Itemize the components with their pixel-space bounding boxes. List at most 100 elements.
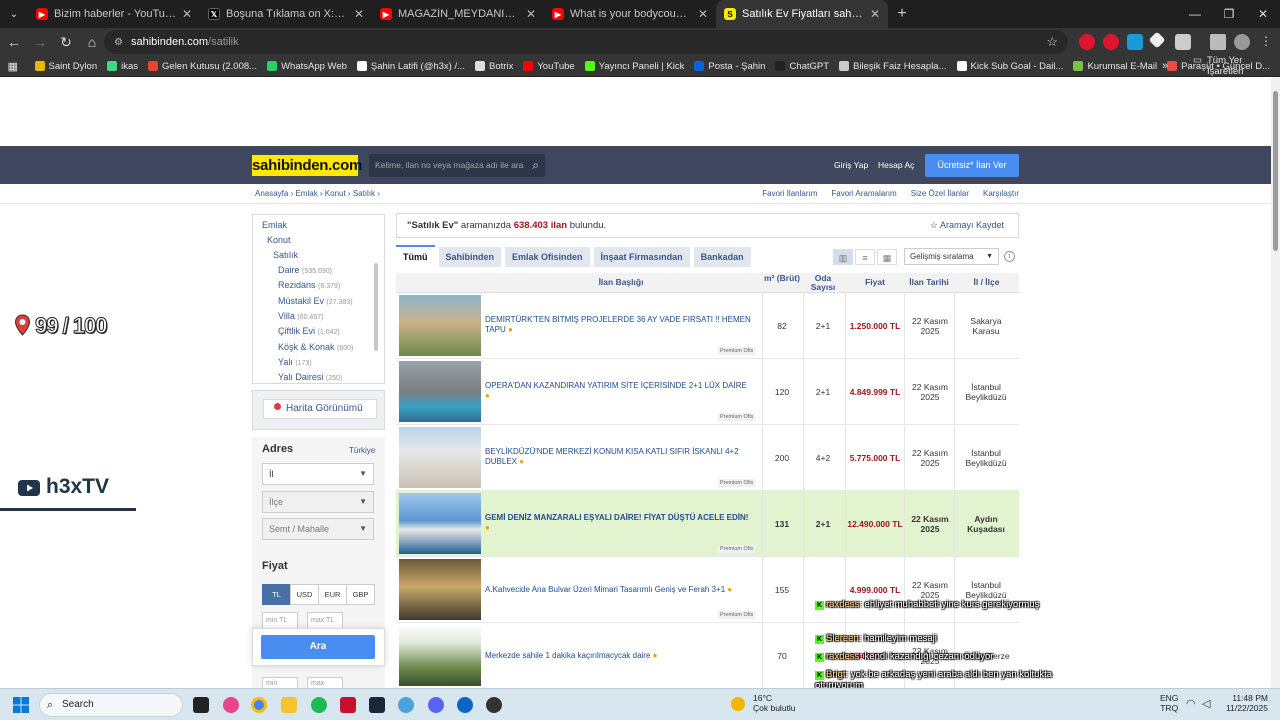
more-bookmarks-chevron-icon[interactable]: » (1162, 60, 1168, 72)
category-item[interactable]: Müstakil Ev (27.383) (278, 296, 353, 306)
listing-thumbnail[interactable] (399, 559, 481, 620)
province-select[interactable]: İl ▼ (262, 463, 374, 485)
bookmark-item[interactable]: ChatGPT (775, 61, 829, 72)
bookmark-item[interactable]: Posta - Şahin (694, 61, 765, 72)
currency-eur-button[interactable]: EUR (318, 584, 347, 605)
app-icon[interactable] (486, 697, 502, 713)
map-view-button[interactable]: Harita Görünümü (263, 399, 377, 419)
currency-gbp-button[interactable]: GBP (346, 584, 375, 605)
bookmark-item[interactable]: Kurumsal E-Mail (1073, 61, 1157, 72)
copilot-icon[interactable] (223, 697, 239, 713)
listing-title[interactable]: OPERA'DAN KAZANDIRAN YATIRIM SİTE İÇERİS… (485, 381, 751, 401)
site-info-icon[interactable]: ⚙ (114, 37, 123, 48)
category-item[interactable]: Yalı (173) (278, 357, 312, 367)
category-item[interactable]: Köşk & Konak (600) (278, 342, 353, 352)
extensions-puzzle-icon[interactable] (1175, 34, 1191, 50)
profile-avatar[interactable] (1234, 34, 1250, 50)
listing-row[interactable]: DEMİRTÜRK'TEN BİTMİŞ PROJELERDE 36 AY VA… (396, 293, 1019, 359)
listing-thumbnail[interactable] (399, 625, 481, 686)
browser-tab[interactable]: 𝕏 Boşuna Tıklama on X: "İstanbul ✕ (200, 0, 372, 28)
post-ad-button[interactable]: Ücretsiz* İlan Ver (925, 154, 1019, 177)
close-icon[interactable]: ✕ (698, 7, 708, 21)
browser-tab[interactable]: ▶ Bizim haberler - YouTube ✕ (28, 0, 200, 28)
bookmark-item[interactable]: Gelen Kutusu (2.008... (148, 61, 257, 72)
listing-thumbnail[interactable] (399, 427, 481, 488)
col-date[interactable]: İlan Tarihi (904, 278, 954, 287)
bookmark-item[interactable]: Şahin Latifi (@h3x) /... (356, 61, 465, 72)
special-listings-link[interactable]: Size Özel İlanlar (911, 189, 969, 198)
close-icon[interactable]: ✕ (354, 7, 364, 21)
maximize-icon[interactable]: ❐ (1212, 0, 1246, 28)
listing-row[interactable]: OPERA'DAN KAZANDIRAN YATIRIM SİTE İÇERİS… (396, 359, 1019, 425)
district-select[interactable]: İlçe ▼ (262, 491, 374, 513)
bookmark-item[interactable]: Yayıncı Paneli | Kick (584, 61, 684, 72)
save-search-button[interactable]: ☆ Aramayı Kaydet (930, 214, 1004, 237)
volume-icon[interactable]: ◁ (1202, 697, 1210, 710)
bookmark-item[interactable]: WhatsApp Web (267, 61, 347, 72)
task-view-icon[interactable] (193, 697, 209, 713)
chrome-icon[interactable] (251, 697, 267, 713)
compare-link[interactable]: Karşılaştır (983, 189, 1019, 198)
category-item[interactable]: Villa (60.467) (278, 311, 323, 321)
listing-thumbnail[interactable] (399, 295, 481, 356)
minimize-icon[interactable]: — (1178, 0, 1212, 28)
tab-owner[interactable]: Sahibinden (438, 247, 502, 267)
wifi-icon[interactable]: ◠ (1186, 697, 1196, 710)
extension-icon[interactable] (1127, 34, 1143, 50)
taskbar-search[interactable]: ⌕ Search (39, 693, 183, 717)
min-input[interactable]: min (262, 677, 298, 688)
home-icon[interactable]: ⌂ (80, 34, 104, 50)
close-icon[interactable]: ✕ (182, 7, 192, 21)
category-item[interactable]: Çiftlik Evi (1.042) (278, 326, 340, 336)
category-item[interactable]: Rezidans (6.379) (278, 280, 340, 290)
favorite-searches-link[interactable]: Favori Aramalarım (831, 189, 896, 198)
more-menu-icon[interactable]: ⋮ (1260, 34, 1272, 48)
listing-title[interactable]: BEYLİKDÜZÜ'NDE MERKEZİ KONUM KISA KATLI … (485, 447, 751, 467)
listing-title[interactable]: Merkezde sahile 1 dakika kaçırılmacycak … (485, 651, 751, 661)
all-bookmarks[interactable]: ▭ Tüm Yer İşaretleri (1193, 55, 1280, 77)
app-icon[interactable] (457, 697, 473, 713)
search-submit-button[interactable]: Ara (261, 635, 375, 659)
breadcrumb[interactable]: Anasayfa › Emlak › Konut › Satılık › (255, 189, 380, 198)
forward-icon[interactable]: → (28, 34, 52, 50)
new-tab-button[interactable]: + (888, 5, 916, 23)
currency-usd-button[interactable]: USD (290, 584, 319, 605)
media-icon[interactable] (1210, 34, 1226, 50)
listing-thumbnail[interactable] (399, 361, 481, 422)
category-satilik[interactable]: Satılık (273, 250, 298, 260)
close-icon[interactable]: ✕ (870, 7, 880, 21)
browser-tab[interactable]: ▶ What is your bodycount? 100 li ✕ (544, 0, 716, 28)
close-icon[interactable]: ✕ (526, 7, 536, 21)
browser-tab-active[interactable]: S Satılık Ev Fiyatları sahibinden.co ✕ (716, 0, 888, 28)
extension-icon[interactable] (1103, 34, 1119, 50)
listing-title[interactable]: A.Kahvecide Ana Bulvar Üzeri Mimari Tasa… (485, 585, 751, 595)
bookmark-star-icon[interactable]: ☆ (1046, 34, 1058, 50)
listing-row[interactable]: A.Kahvecide Ana Bulvar Üzeri Mimari Tasa… (396, 557, 1019, 623)
category-item[interactable]: Daire (535.690) (278, 265, 332, 275)
bookmark-item[interactable]: Bileşik Faiz Hesapla... (839, 61, 947, 72)
listing-title[interactable]: GEMİ DENİZ MANZARALI EŞYALI DAİRE! FİYAT… (485, 513, 751, 533)
bookmark-item[interactable]: Kick Sub Goal - Dail... (956, 61, 1063, 72)
back-icon[interactable]: ← (2, 34, 26, 50)
col-price[interactable]: Fiyat (846, 278, 904, 287)
login-link[interactable]: Giriş Yap (834, 146, 868, 184)
tab-bank[interactable]: Bankadan (693, 247, 751, 267)
sahibinden-logo[interactable]: sahibinden.com (252, 155, 362, 176)
grid-view-icon[interactable]: ▦ (877, 249, 897, 265)
site-search-input[interactable]: Kelime, ilan no veya mağaza adı ile ara ⌕ (369, 154, 545, 177)
app-icon[interactable] (340, 697, 356, 713)
listing-row[interactable]: GEMİ DENİZ MANZARALI EŞYALI DAİRE! FİYAT… (396, 491, 1019, 557)
tab-search-button[interactable]: ⌄ (0, 0, 28, 28)
list-view-icon[interactable]: ≡ (855, 249, 875, 265)
bookmark-item[interactable]: ikas (107, 61, 138, 72)
category-scrollbar[interactable] (374, 263, 378, 351)
app-icon[interactable] (369, 697, 385, 713)
table-view-icon[interactable]: ▥ (833, 249, 853, 265)
bookmark-item[interactable]: Saint Dylon (34, 61, 97, 72)
weather-icon[interactable] (731, 697, 745, 711)
reload-icon[interactable]: ↻ (54, 34, 78, 51)
file-explorer-icon[interactable] (281, 697, 297, 713)
neighborhood-select[interactable]: Semt / Mahalle ▼ (262, 518, 374, 540)
col-location[interactable]: İl / İlçe (958, 278, 1015, 287)
col-title[interactable]: İlan Başlığı (576, 278, 666, 287)
